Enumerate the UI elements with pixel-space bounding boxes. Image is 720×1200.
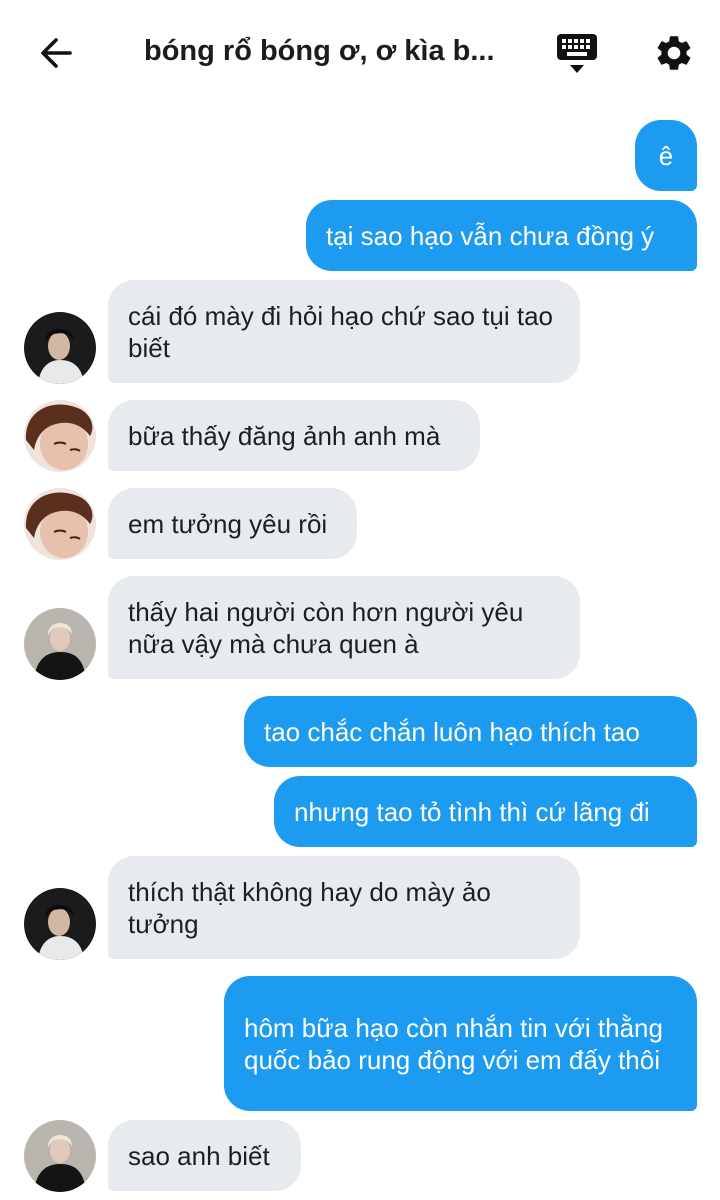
message-bubble-outgoing[interactable]: nhưng tao tỏ tình thì cứ lãng đi [274, 776, 697, 847]
message-text: tao chắc chắn luôn hạo thích tao [264, 716, 640, 747]
message-text: ê [658, 140, 674, 171]
message-text: nhưng tao tỏ tình thì cứ lãng đi [294, 796, 650, 827]
message-text: cái đó mày đi hỏi hạo chứ sao tụi tao bi… [128, 300, 553, 363]
keyboard-icon [557, 34, 597, 73]
message-bubble-incoming[interactable]: em tưởng yêu rồi [108, 488, 357, 559]
message-text: hôm bữa hạo còn nhắn tin với thằng quốc … [244, 1012, 663, 1075]
avatar[interactable] [24, 400, 96, 472]
message-bubble-incoming[interactable]: sao anh biết [108, 1120, 301, 1191]
back-button[interactable] [28, 30, 84, 76]
conversation-title: bóng rổ bóng ơ, ơ kìa b... [144, 35, 495, 67]
message-text: tại sao hạo vẫn chưa đồng ý [326, 220, 655, 251]
message-bubble-outgoing[interactable]: ê [635, 120, 697, 191]
chat-header: bóng rổ bóng ơ, ơ kìa b... [0, 0, 720, 104]
message-text: em tưởng yêu rồi [128, 508, 328, 539]
avatar[interactable] [24, 608, 96, 680]
message-bubble-incoming[interactable]: bữa thấy đăng ảnh anh mà [108, 400, 480, 471]
avatar[interactable] [24, 888, 96, 960]
settings-button[interactable] [646, 26, 702, 80]
avatar[interactable] [24, 1120, 96, 1192]
message-bubble-incoming[interactable]: thích thật không hay do mày ảo tưởng [108, 856, 580, 959]
arrow-left-icon [41, 38, 72, 68]
message-text: thích thật không hay do mày ảo tưởng [128, 876, 491, 939]
gear-icon [657, 36, 691, 70]
message-bubble-outgoing[interactable]: hôm bữa hạo còn nhắn tin với thằng quốc … [224, 976, 697, 1111]
keyboard-button[interactable] [548, 28, 606, 78]
message-bubble-incoming[interactable]: thấy hai người còn hơn người yêu nữa vậy… [108, 576, 580, 679]
message-text: sao anh biết [128, 1140, 270, 1171]
message-text: bữa thấy đăng ảnh anh mà [128, 420, 441, 451]
message-bubble-outgoing[interactable]: tao chắc chắn luôn hạo thích tao [244, 696, 697, 767]
message-bubble-outgoing[interactable]: tại sao hạo vẫn chưa đồng ý [306, 200, 697, 271]
avatar[interactable] [24, 488, 96, 560]
avatar[interactable] [24, 312, 96, 384]
message-text: thấy hai người còn hơn người yêu nữa vậy… [128, 596, 524, 659]
message-bubble-incoming[interactable]: cái đó mày đi hỏi hạo chứ sao tụi tao bi… [108, 280, 580, 383]
